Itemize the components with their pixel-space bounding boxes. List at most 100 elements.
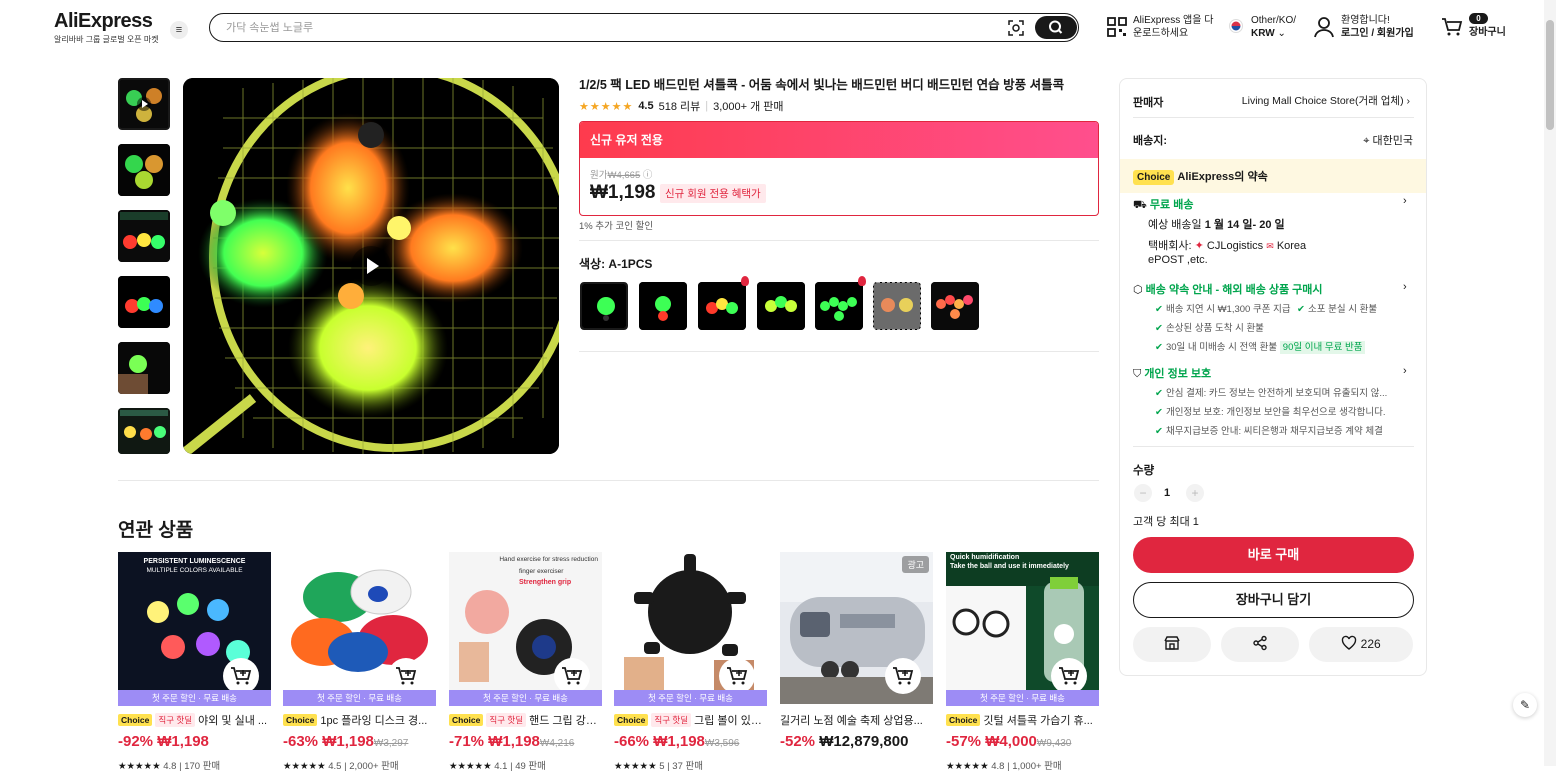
color-swatch-5[interactable] [815, 282, 863, 330]
delivery-promise-row[interactable]: ⬡ 배송 약속 안내 - 해외 배송 상품 구매시 [1133, 281, 1323, 297]
chevron-right-icon[interactable]: › [1403, 281, 1407, 293]
card-rating: 4.1 [494, 761, 508, 772]
cart-plus-icon [727, 667, 748, 685]
add-to-cart-icon[interactable] [388, 658, 424, 694]
privacy-text-3: 채무지급보증 안내: 씨티은행과 채무지급보증 계약 체결 [1165, 426, 1383, 437]
related-products-title: 연관 상품 [118, 520, 194, 541]
region-line: Other/KO/ [1251, 15, 1297, 26]
share-button[interactable] [1221, 627, 1299, 662]
gallery-thumb-6[interactable] [118, 408, 170, 454]
orig-price-value: ₩4,665 [607, 170, 641, 181]
privacy-row[interactable]: ⛉ 개인 정보 보호 [1133, 365, 1211, 381]
login-signup-link[interactable]: 로그인 / 회원가입 [1341, 28, 1414, 39]
buy-now-button[interactable]: 바로 구매 [1133, 537, 1414, 573]
image-caption-sub: Take the ball and use it immediately [950, 563, 1069, 570]
gallery-thumb-1[interactable] [118, 78, 170, 130]
currency-label: KRW [1251, 28, 1275, 39]
promise-item-2: ✔ 소포 분실 시 환불 [1297, 301, 1377, 315]
region-currency-selector[interactable]: Other/KO/ KRW ⌄ [1251, 14, 1296, 40]
gallery-thumb-2[interactable] [118, 144, 170, 196]
qr-code-icon[interactable] [1107, 17, 1127, 37]
account-menu[interactable]: 환영합니다! 로그인 / 회원가입 [1341, 14, 1414, 40]
store-button[interactable] [1133, 627, 1211, 662]
eta-dates: 1 월 14 일- 20 일 [1204, 219, 1285, 231]
seller-store-link[interactable]: Living Mall Choice Store(거래 업체) › [1224, 93, 1410, 108]
promise-item-3: ✔ 손상된 상품 도착 시 환불 [1155, 320, 1264, 334]
card-title-text: 야외 및 실내 ... [198, 715, 268, 727]
free-ship-text: 무료 배송 [1149, 199, 1194, 211]
user-icon[interactable] [1314, 16, 1334, 38]
main-product-image[interactable] [183, 78, 559, 454]
price-value: ₩12,879,800 [819, 733, 909, 750]
cart-icon[interactable] [1441, 17, 1463, 37]
image-search-icon[interactable] [1007, 19, 1025, 37]
app-download-link[interactable]: AliExpress 앱을 다 운로드하세요 [1133, 14, 1213, 40]
free-shipping-row[interactable]: ⛟ 무료 배송 [1133, 196, 1193, 213]
thumb-image [118, 144, 170, 196]
courier-more: ePOST ,etc. [1148, 254, 1208, 266]
privacy-title: 개인 정보 보호 [1144, 368, 1212, 380]
card-stars: ★★★★★ [449, 761, 492, 772]
color-swatch-2[interactable] [639, 282, 687, 330]
courier-label: 택배회사: [1148, 240, 1192, 252]
gallery-thumb-5[interactable] [118, 342, 170, 394]
color-swatch-6[interactable] [873, 282, 921, 330]
chevron-right-icon[interactable]: › [1403, 195, 1407, 207]
color-swatch-1[interactable] [580, 282, 628, 330]
qty-plus-button[interactable]: + [1186, 484, 1204, 502]
promise-text-4: 30일 내 미배송 시 전액 환불 [1165, 342, 1278, 353]
divider [579, 351, 1099, 352]
choice-tag: Choice [449, 714, 484, 726]
choice-tag: Choice [283, 714, 318, 726]
search-input[interactable] [226, 19, 926, 36]
cart-label[interactable]: 장바구니 [1469, 26, 1506, 39]
chevron-down-icon: ⌄ [1277, 28, 1286, 39]
chevron-right-icon[interactable]: › [1403, 365, 1407, 377]
original-price: ₩3,596 [704, 738, 740, 749]
discount-percent: -92% [118, 733, 154, 750]
original-price: 원가₩4,665 ⓘ [590, 167, 652, 181]
qty-value[interactable]: 1 [1164, 487, 1170, 499]
card-price: -63% ₩1,198₩3,297 [283, 733, 408, 750]
card-title: Choice 직구 핫딜 그립 볼이 있는... [614, 712, 767, 728]
ship-to-selector[interactable]: ⌖ 대한민국 [1340, 132, 1413, 148]
ship-to-label: 배송지: [1133, 135, 1168, 147]
card-title: 길거리 노점 예술 축제 상업용... [780, 712, 933, 728]
first-order-banner: 첫 주문 할인 · 무료 배송 [946, 690, 1099, 706]
video-play-button[interactable] [351, 246, 391, 286]
edit-pencil-icon[interactable]: ✎ [1513, 693, 1537, 717]
add-to-cart-button[interactable]: 장바구니 담기 [1133, 582, 1414, 618]
scrollbar-thumb[interactable] [1546, 20, 1554, 130]
aliexpress-logo[interactable]: AliExpress [54, 10, 153, 33]
hot-deal-tag: 직구 핫딜 [486, 713, 527, 727]
image-caption: PERSISTENT LUMINESCENCE [143, 558, 246, 565]
privacy-item-1: ✔ 안심 결제: 카드 정보는 안전하게 보호되며 유출되지 않... [1155, 385, 1387, 399]
search-button[interactable] [1035, 16, 1077, 39]
color-label: 색상: A-1PCS [579, 257, 653, 271]
price-value: ₩1,198 [322, 733, 374, 750]
color-swatch-3[interactable] [698, 282, 746, 330]
review-count[interactable]: 518 리뷰 [659, 98, 701, 114]
free-return-badge: 90일 이내 무료 반품 [1279, 341, 1366, 354]
add-to-cart-icon[interactable] [719, 658, 755, 694]
add-to-cart-icon[interactable] [885, 658, 921, 694]
original-price: ₩3,297 [373, 738, 409, 749]
box-icon: ⬡ [1133, 284, 1143, 296]
qty-minus-button[interactable]: − [1134, 484, 1152, 502]
gallery-thumb-4[interactable] [118, 276, 170, 328]
swatch-image [698, 282, 746, 330]
promise-text-3: 손상된 상품 도착 시 환불 [1165, 323, 1264, 334]
korea-flag-icon [1229, 19, 1243, 33]
menu-icon[interactable]: ≡ [170, 21, 188, 39]
gallery-thumb-3[interactable] [118, 210, 170, 262]
courier-cj: CJLogistics [1206, 240, 1264, 252]
info-icon[interactable]: ⓘ [643, 170, 653, 181]
add-to-cart-icon[interactable] [554, 658, 590, 694]
wishlist-button[interactable]: 226 [1309, 627, 1413, 662]
add-to-cart-icon[interactable] [223, 658, 259, 694]
color-swatch-4[interactable] [757, 282, 805, 330]
color-swatch-7[interactable] [931, 282, 979, 330]
hot-flame-icon [741, 276, 749, 286]
add-to-cart-icon[interactable] [1051, 658, 1087, 694]
location-pin-icon: ⌖ [1363, 135, 1370, 147]
